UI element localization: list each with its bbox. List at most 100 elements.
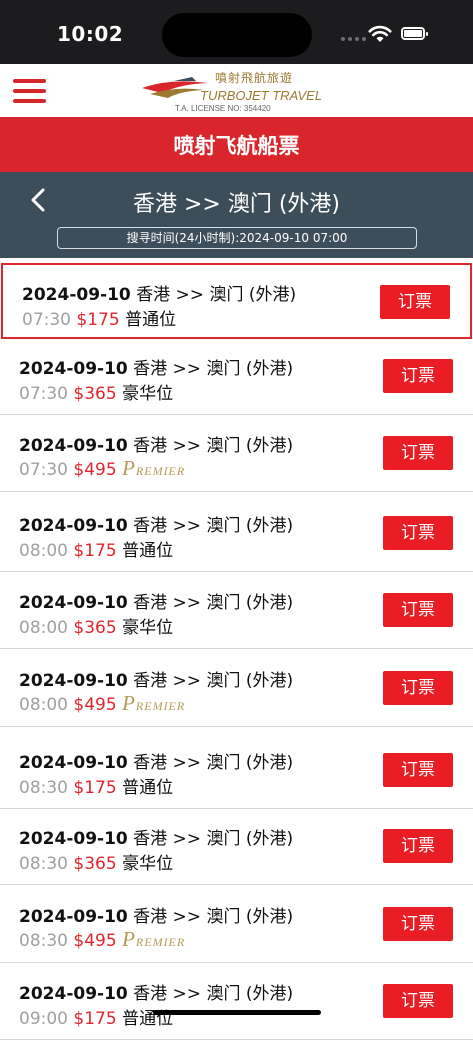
trip-row[interactable]: 2024-09-10 香港 >> 澳门 (外港) 08:30 $495 PREMI… (0, 887, 473, 963)
trip-route: 香港 >> 澳门 (外港) (133, 359, 294, 379)
trip-class: 豪华位 (122, 618, 174, 638)
trip-route: 香港 >> 澳门 (外港) (133, 829, 294, 849)
trip-row[interactable]: 2024-09-10 香港 >> 澳门 (外港) 08:30 $175 普通位 订票 (0, 733, 473, 809)
trip-line-2: 08:30 $495 PREMIER (19, 927, 185, 952)
book-button[interactable]: 订票 (383, 436, 453, 470)
book-button[interactable]: 订票 (380, 285, 450, 319)
trip-time: 07:30 (22, 310, 71, 330)
trip-row[interactable]: 2024-09-10 香港 >> 澳门 (外港) 07:30 $495 PREMI… (0, 416, 473, 492)
trip-time: 07:30 (19, 384, 68, 404)
trip-route: 香港 >> 澳门 (外港) (133, 593, 294, 613)
trip-class: 豪华位 (122, 384, 174, 404)
trip-row[interactable]: 2024-09-10 香港 >> 澳门 (外港) 08:30 $365 豪华位 订票 (0, 809, 473, 885)
trip-price: $495 (73, 460, 117, 480)
route-bar: 香港 >> 澳门 (外港) 搜寻时间(24小时制):2024-09-10 07:… (0, 172, 473, 258)
book-button[interactable]: 订票 (383, 829, 453, 863)
book-button[interactable]: 订票 (383, 359, 453, 393)
trip-line-1: 2024-09-10 香港 >> 澳门 (外港) (19, 902, 293, 927)
trip-row[interactable]: 2024-09-10 香港 >> 澳门 (外港) 08:00 $365 豪华位 订票 (0, 573, 473, 649)
trip-class: 普通位 (122, 778, 174, 798)
trip-line-1: 2024-09-10 香港 >> 澳门 (外港) (19, 431, 293, 456)
logo-english-text: TURBOJET TRAVEL (200, 88, 323, 103)
app-header: 噴射飛航旅遊 TURBOJET TRAVEL T.A. LICENSE NO: … (0, 64, 473, 117)
trip-price: $175 (73, 541, 117, 561)
trip-row[interactable]: 2024-09-10 香港 >> 澳门 (外港) 09:00 $175 普通位 订票 (0, 964, 473, 1040)
book-button[interactable]: 订票 (383, 593, 453, 627)
trip-line-2: 07:30 $495 PREMIER (19, 456, 185, 481)
trip-price: $175 (73, 1009, 117, 1029)
trip-row[interactable]: 2024-09-10 香港 >> 澳门 (外港) 08:00 $175 普通位 订票 (0, 496, 473, 572)
trip-line-1: 2024-09-10 香港 >> 澳门 (外港) (19, 979, 293, 1004)
trip-line-2: 08:00 $365 豪华位 (19, 613, 173, 638)
trip-line-1: 2024-09-10 香港 >> 澳门 (外港) (22, 280, 296, 305)
trip-price: $365 (73, 618, 117, 638)
book-button[interactable]: 订票 (383, 753, 453, 787)
trip-time: 08:30 (19, 854, 68, 874)
trip-route: 香港 >> 澳门 (外港) (133, 671, 294, 691)
battery-icon (401, 27, 428, 40)
book-button[interactable]: 订票 (383, 671, 453, 705)
trip-line-1: 2024-09-10 香港 >> 澳门 (外港) (19, 588, 293, 613)
trip-line-1: 2024-09-10 香港 >> 澳门 (外港) (19, 666, 293, 691)
trip-time: 08:00 (19, 618, 68, 638)
premier-class-logo: PREMIER (122, 927, 186, 951)
trip-date: 2024-09-10 (19, 593, 128, 613)
trip-route: 香港 >> 澳门 (外港) (133, 907, 294, 927)
home-indicator (153, 1010, 321, 1015)
trip-price: $365 (73, 384, 117, 404)
menu-icon[interactable] (13, 79, 46, 103)
premier-class-logo: PREMIER (122, 456, 186, 480)
trip-line-1: 2024-09-10 香港 >> 澳门 (外港) (19, 748, 293, 773)
trip-time: 08:30 (19, 778, 68, 798)
trip-price: $175 (73, 778, 117, 798)
trip-line-2: 08:00 $495 PREMIER (19, 691, 185, 716)
trip-row[interactable]: 2024-09-10 香港 >> 澳门 (外港) 07:30 $175 普通位 订票 (1, 263, 472, 339)
trip-class: 普通位 (125, 310, 177, 330)
trip-line-1: 2024-09-10 香港 >> 澳门 (外港) (19, 511, 293, 536)
trip-line-2: 08:00 $175 普通位 (19, 536, 173, 561)
trip-route: 香港 >> 澳门 (外港) (133, 753, 294, 773)
search-time-box: 搜寻时间(24小时制):2024-09-10 07:00 (57, 227, 417, 249)
license-text: T.A. LICENSE NO: 354420 (175, 104, 271, 113)
trip-line-2: 08:30 $175 普通位 (19, 773, 173, 798)
trip-time: 08:00 (19, 541, 68, 561)
trip-line-2: 09:00 $175 普通位 (19, 1004, 173, 1029)
book-button[interactable]: 订票 (383, 984, 453, 1018)
trip-price: $495 (73, 931, 117, 951)
trip-date: 2024-09-10 (19, 516, 128, 536)
trip-date: 2024-09-10 (19, 907, 128, 927)
trip-date: 2024-09-10 (19, 829, 128, 849)
status-bar: 10:02 (0, 0, 473, 64)
trip-date: 2024-09-10 (19, 753, 128, 773)
trip-line-2: 07:30 $365 豪华位 (19, 379, 173, 404)
trip-time: 08:30 (19, 931, 68, 951)
trip-class: 普通位 (122, 541, 174, 561)
trip-time: 09:00 (19, 1009, 68, 1029)
trip-price: $495 (73, 695, 117, 715)
trip-date: 2024-09-10 (19, 436, 128, 456)
trip-date: 2024-09-10 (19, 671, 128, 691)
status-time: 10:02 (57, 22, 124, 46)
trip-class: 豪华位 (122, 854, 174, 874)
page-title: 喷射飞航船票 (173, 134, 300, 158)
trip-time: 07:30 (19, 460, 68, 480)
trip-route: 香港 >> 澳门 (外港) (133, 436, 294, 456)
logo-chinese-text: 噴射飛航旅遊 (215, 71, 294, 85)
trip-date: 2024-09-10 (19, 359, 128, 379)
trip-route: 香港 >> 澳门 (外港) (133, 984, 294, 1004)
trip-route: 香港 >> 澳门 (外港) (133, 516, 294, 536)
trip-route: 香港 >> 澳门 (外港) (136, 285, 297, 305)
trip-price: $365 (73, 854, 117, 874)
trip-date: 2024-09-10 (19, 984, 128, 1004)
book-button[interactable]: 订票 (383, 516, 453, 550)
trip-price: $175 (76, 310, 120, 330)
trip-row[interactable]: 2024-09-10 香港 >> 澳门 (外港) 07:30 $365 豪华位 订票 (0, 339, 473, 415)
premier-class-logo: PREMIER (122, 691, 186, 715)
dynamic-island (162, 13, 312, 57)
trip-line-1: 2024-09-10 香港 >> 澳门 (外港) (19, 824, 293, 849)
route-title: 香港 >> 澳门 (外港) (132, 192, 340, 217)
trip-line-2: 07:30 $175 普通位 (22, 305, 176, 330)
book-button[interactable]: 订票 (383, 907, 453, 941)
turbojet-logo: 噴射飛航旅遊 TURBOJET TRAVEL T.A. LICENSE NO: … (140, 68, 330, 116)
trip-row[interactable]: 2024-09-10 香港 >> 澳门 (外港) 08:00 $495 PREMI… (0, 651, 473, 727)
